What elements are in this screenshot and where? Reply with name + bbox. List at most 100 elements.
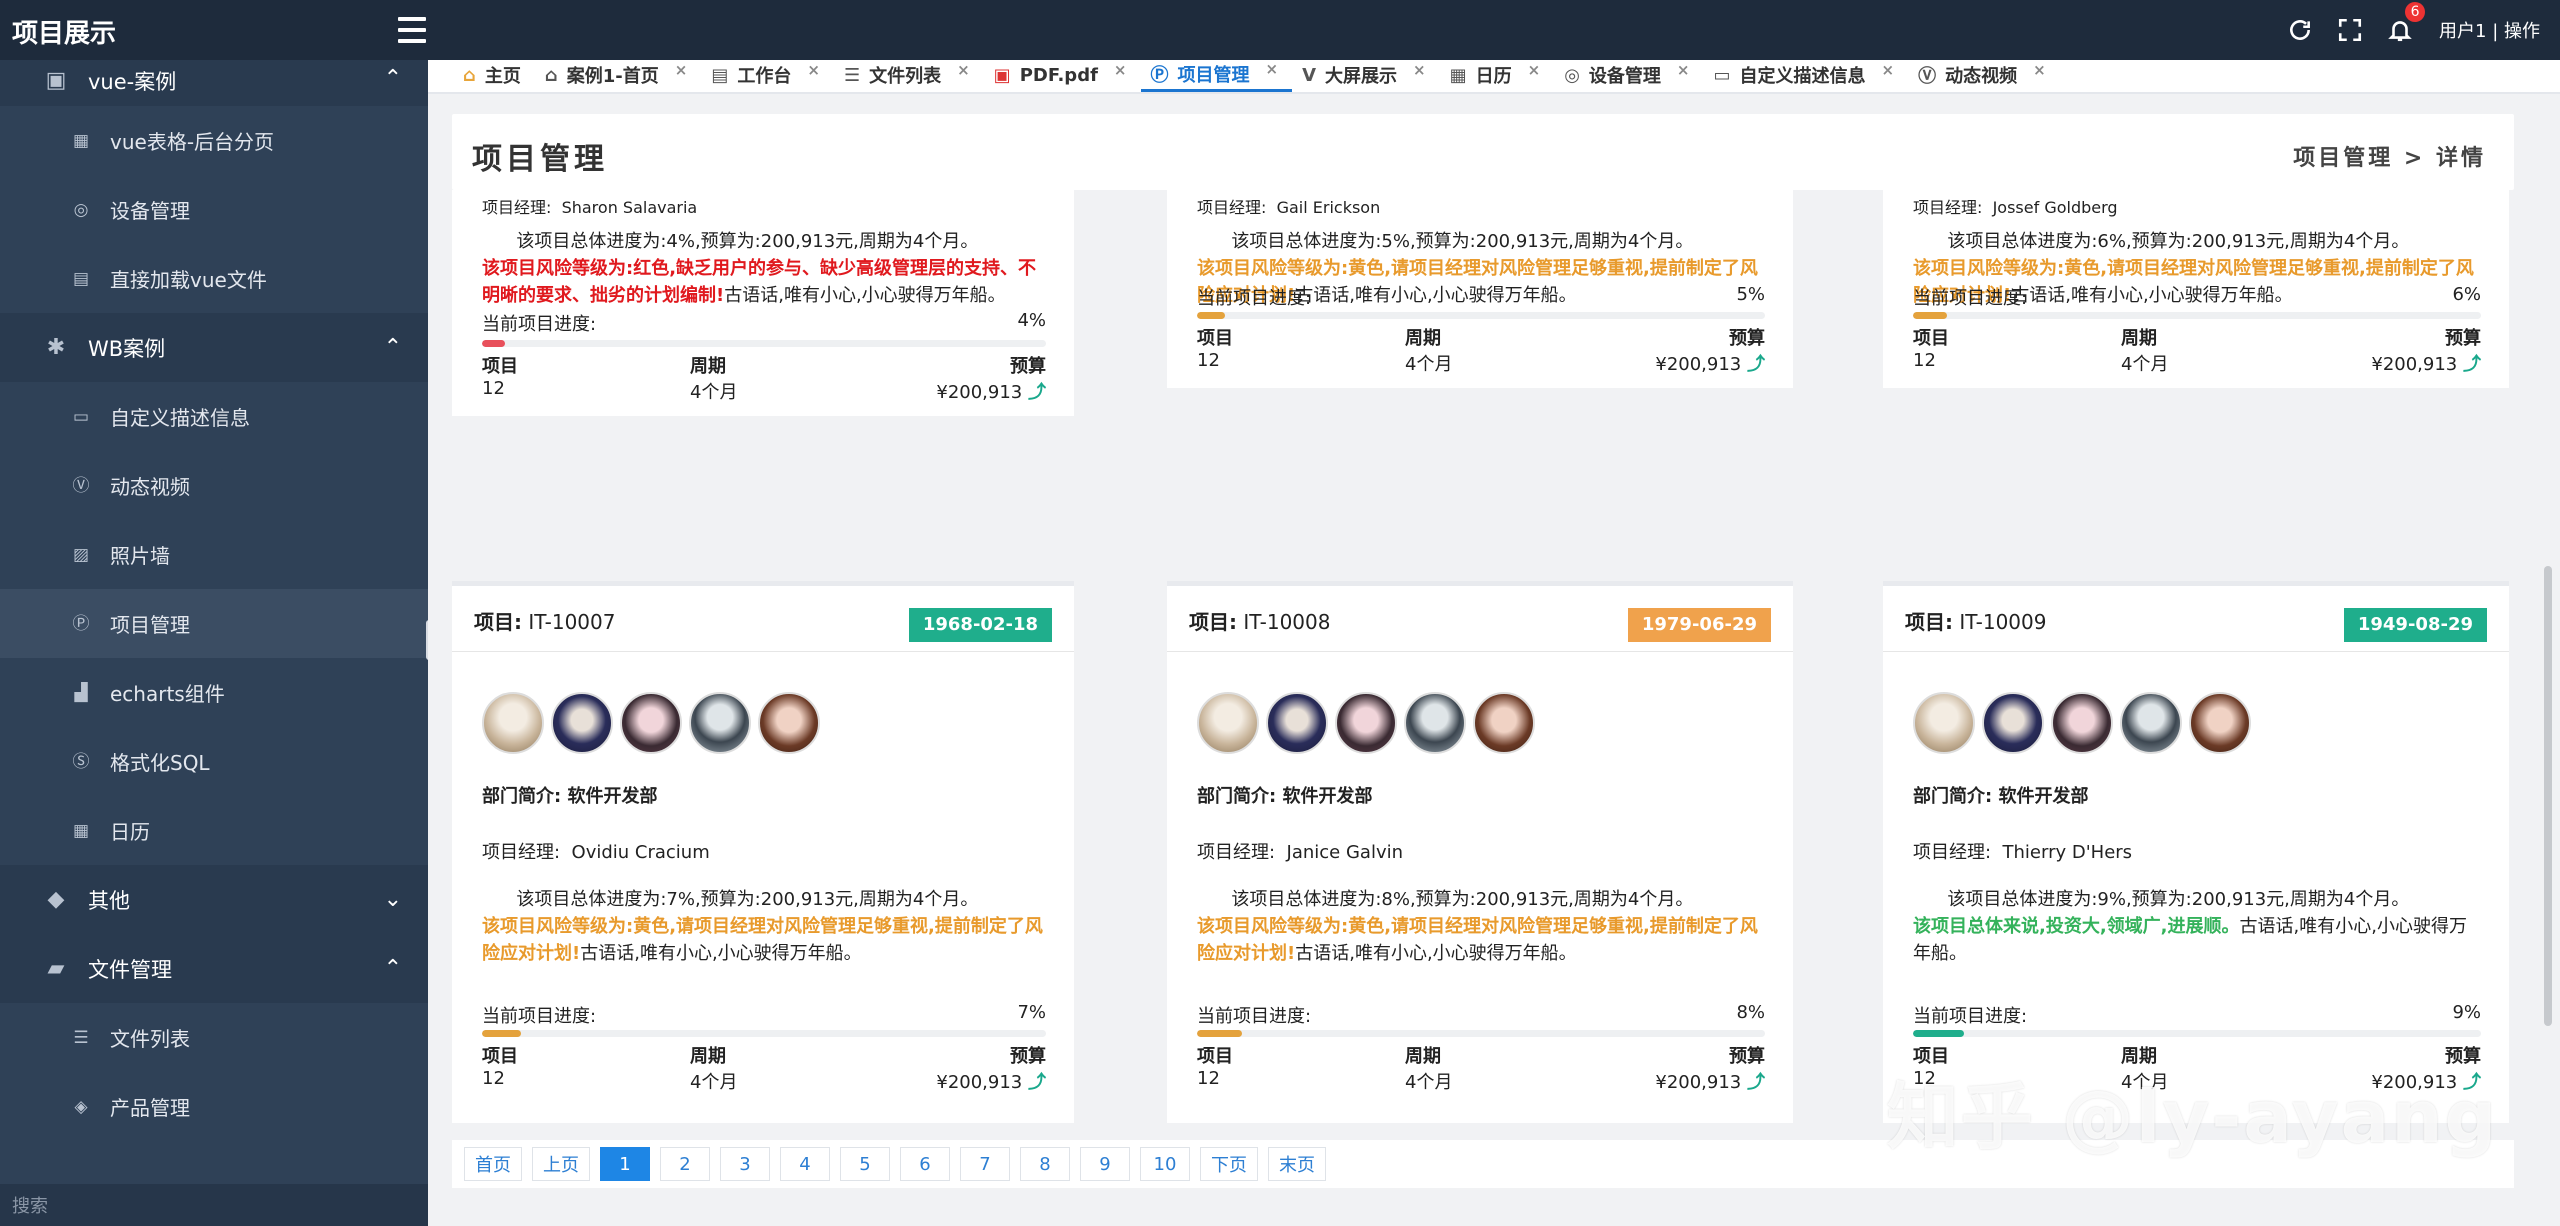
sidebar-item-video[interactable]: Ⓥ 动态视频 <box>0 451 428 520</box>
project-card: 项目经理: Jossef Goldberg 该项目总体进度为:6%,预算为:20… <box>1883 190 2509 388</box>
progress-fill <box>482 340 505 347</box>
close-icon[interactable]: × <box>1677 61 1690 79</box>
avatar[interactable] <box>482 692 544 754</box>
tab-label: 自定义描述信息 <box>1739 66 1866 87</box>
sidebar-item-vue-table[interactable]: ▦ vue表格-后台分页 <box>0 106 428 175</box>
sidebar-item-label: 日历 <box>110 820 150 844</box>
progress-fill <box>1913 312 1948 319</box>
sidebar-item-sql[interactable]: Ⓢ 格式化SQL <box>0 727 428 796</box>
page-last[interactable]: 末页 <box>1268 1147 1326 1181</box>
home-icon: ⌂ <box>463 64 476 86</box>
avatar[interactable] <box>2120 692 2182 754</box>
project-card: 项目: IT-10008 1979-06-29 部门简介: 软件开发部 项目经理… <box>1167 581 1793 1123</box>
page-10[interactable]: 10 <box>1140 1147 1190 1181</box>
refresh-icon[interactable] <box>2275 0 2325 60</box>
page-9[interactable]: 9 <box>1080 1147 1130 1181</box>
close-icon[interactable]: × <box>807 61 820 79</box>
user-menu[interactable]: 用户1 | 操作 <box>2439 17 2540 43</box>
project-description: 该项目总体进度为:8%,预算为:200,913元,周期为4个月。 该项目风险等级为… <box>1197 889 1758 964</box>
department: 部门简介: 软件开发部 <box>482 786 658 807</box>
tab-device[interactable]: ◎ 设备管理 × <box>1554 58 1703 92</box>
avatar[interactable] <box>1404 692 1466 754</box>
close-icon[interactable]: × <box>957 61 970 79</box>
tab-custom-desc[interactable]: ▭ 自定义描述信息 × <box>1703 58 1908 92</box>
avatar[interactable] <box>1335 692 1397 754</box>
progress-value: 4% <box>1017 310 1046 331</box>
close-icon[interactable]: × <box>1266 60 1279 78</box>
tab-case1-home[interactable]: ⌂ 案例1-首页 × <box>535 58 701 92</box>
project-description: 该项目总体进度为:7%,预算为:200,913元,周期为4个月。 该项目风险等级为… <box>482 889 1043 964</box>
avatar[interactable] <box>620 692 682 754</box>
sidebar-item-device[interactable]: ◎ 设备管理 <box>0 175 428 244</box>
sidebar-item-custom-desc[interactable]: ▭ 自定义描述信息 <box>0 382 428 451</box>
department: 部门简介: 软件开发部 <box>1197 786 1373 807</box>
tab-workbench[interactable]: ▤ 工作台 × <box>701 58 834 92</box>
close-icon[interactable]: × <box>1413 61 1426 79</box>
sidebar-item-products[interactable]: ◈ 产品管理 <box>0 1072 428 1141</box>
progress-fill <box>1913 1030 1965 1037</box>
twitter-square-icon: ▣ <box>45 68 67 93</box>
sidebar-group-wb[interactable]: ✱ WB案例 ⌃ <box>0 313 428 382</box>
close-icon[interactable]: × <box>1528 61 1541 79</box>
sidebar-group-other[interactable]: ◆ 其他 ⌄ <box>0 865 428 934</box>
tab-home[interactable]: ⌂ 主页 <box>453 58 535 92</box>
sidebar-item-project-mgmt[interactable]: Ⓟ 项目管理 <box>0 589 428 658</box>
tab-pdf[interactable]: ▣ PDF.pdf × <box>984 58 1141 92</box>
tab-video[interactable]: Ⓥ 动态视频 × <box>1908 58 2060 92</box>
tab-label: 案例1-首页 <box>566 66 659 87</box>
progress-fill <box>1197 1030 1243 1037</box>
sidebar-search-input[interactable]: 搜索 <box>0 1184 428 1226</box>
tab-label: 文件列表 <box>869 66 942 87</box>
avatar[interactable] <box>689 692 751 754</box>
sidebar-item-file-list[interactable]: ☰ 文件列表 <box>0 1003 428 1072</box>
page-next[interactable]: 下页 <box>1200 1147 1258 1181</box>
page-first[interactable]: 首页 <box>464 1147 522 1181</box>
sidebar: ▣ vue-案例 ⌃ ▦ vue表格-后台分页 ◎ 设备管理 ▤ 直接加载vue… <box>0 60 428 1226</box>
avatar[interactable] <box>758 692 820 754</box>
progress-bar <box>1913 312 2481 319</box>
tab-project-mgmt[interactable]: Ⓟ 项目管理 × <box>1140 58 1293 92</box>
close-icon[interactable]: × <box>1114 61 1127 79</box>
page-4[interactable]: 4 <box>780 1147 830 1181</box>
tab-file-list[interactable]: ☰ 文件列表 × <box>834 58 984 92</box>
close-icon[interactable]: × <box>2033 61 2046 79</box>
page-1[interactable]: 1 <box>600 1147 650 1181</box>
page-8[interactable]: 8 <box>1020 1147 1070 1181</box>
tab-label: 动态视频 <box>1945 66 2018 87</box>
fullscreen-icon[interactable] <box>2325 0 2375 60</box>
avatar[interactable] <box>1473 692 1535 754</box>
sidebar-item-label: 照片墙 <box>110 544 170 568</box>
card-header: 项目: IT-10007 1968-02-18 <box>452 586 1074 652</box>
avatar[interactable] <box>1982 692 2044 754</box>
team-avatars <box>1913 692 2258 754</box>
close-icon[interactable]: × <box>1882 61 1895 79</box>
avatar[interactable] <box>1266 692 1328 754</box>
avatar[interactable] <box>2051 692 2113 754</box>
avatar[interactable] <box>1913 692 1975 754</box>
sidebar-item-load-vue[interactable]: ▤ 直接加载vue文件 <box>0 244 428 313</box>
avatar[interactable] <box>2189 692 2251 754</box>
page-2[interactable]: 2 <box>660 1147 710 1181</box>
sidebar-group-vue[interactable]: ▣ vue-案例 ⌃ <box>0 60 428 106</box>
close-icon[interactable]: × <box>675 61 688 79</box>
tab-bar: ⌂ 主页 ⌂ 案例1-首页 × ▤ 工作台 × ☰ 文件列表 × ▣ PDF.pdf × Ⓟ 项目管… <box>428 60 2560 94</box>
sidebar-item-calendar[interactable]: ▦ 日历 <box>0 796 428 865</box>
tab-label: 日历 <box>1475 66 1512 87</box>
arrow-up-icon: ⤴ <box>1028 1072 1046 1093</box>
page-7[interactable]: 7 <box>960 1147 1010 1181</box>
avatar[interactable] <box>1197 692 1259 754</box>
menu-toggle-icon[interactable] <box>398 17 426 43</box>
bell-icon[interactable]: 6 <box>2375 0 2426 60</box>
page-3[interactable]: 3 <box>720 1147 770 1181</box>
sidebar-group-files[interactable]: ▰ 文件管理 ⌃ <box>0 934 428 1003</box>
vertical-scrollbar[interactable] <box>2544 566 2552 1026</box>
arrow-up-icon: ⤴ <box>1747 1072 1765 1093</box>
page-5[interactable]: 5 <box>840 1147 890 1181</box>
sidebar-item-photos[interactable]: ▨ 照片墙 <box>0 520 428 589</box>
tab-big-screen[interactable]: V 大屏展示 × <box>1292 58 1440 92</box>
tab-calendar[interactable]: ▦ 日历 × <box>1440 58 1555 92</box>
sidebar-item-echarts[interactable]: ▟ echarts组件 <box>0 658 428 727</box>
avatar[interactable] <box>551 692 613 754</box>
page-prev[interactable]: 上页 <box>532 1147 590 1181</box>
page-6[interactable]: 6 <box>900 1147 950 1181</box>
